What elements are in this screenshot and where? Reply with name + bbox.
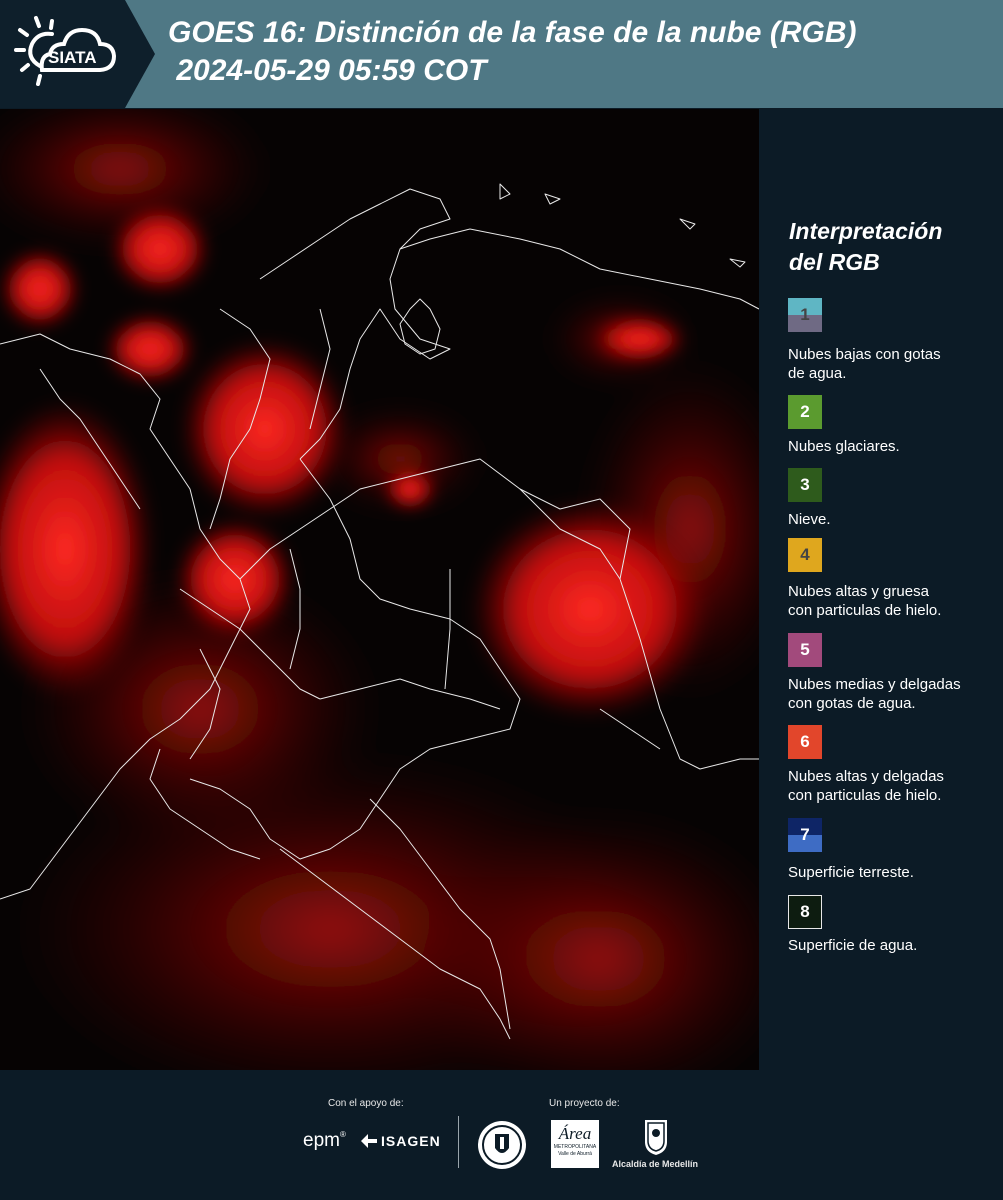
title-line-2: 2024-05-29 05:59 COT (168, 54, 487, 87)
legend-swatch-4: 4 (788, 538, 822, 572)
legend-label-8: Superficie de agua. (788, 936, 1000, 955)
legend-swatch-6: 6 (788, 725, 822, 759)
footer: Con el apoyo de: Un proyecto de: epm® IS… (0, 1070, 1003, 1200)
map-svg (0, 109, 759, 1070)
area-metropolitana-logo: Área METROPOLITANA Valle de Aburrá (551, 1120, 599, 1168)
legend-swatch-5-num: 5 (800, 640, 810, 659)
legend-label-7-line-1: Superficie terreste. (788, 864, 914, 881)
project-label: Un proyecto de: (549, 1098, 620, 1109)
isagen-logo: ISAGEN (360, 1133, 441, 1149)
valle-text: Valle de Aburrá (558, 1151, 592, 1157)
legend-label-3-line-1: Nieve. (788, 511, 831, 528)
svg-text:SIATA: SIATA (48, 48, 96, 67)
page-title: GOES 16: Distinción de la fase de la nub… (168, 14, 856, 90)
rgb-legend: Interpretación del RGB 1 Nubes bajas con… (770, 110, 1003, 1068)
legend-label-4-line-2: con particulas de hielo. (788, 602, 942, 619)
support-label: Con el apoyo de: (328, 1098, 404, 1109)
header-bar: SIATA GOES 16: Distinción de la fase de … (0, 0, 1003, 108)
legend-swatch-2: 2 (788, 395, 822, 429)
siata-logo: SIATA (0, 0, 125, 108)
legend-swatch-1-num: 1 (800, 305, 810, 324)
legend-title-line-1: Interpretación (789, 218, 943, 244)
legend-label-4-line-1: Nubes altas y gruesa (788, 583, 929, 600)
legend-label-5-line-2: con gotas de agua. (788, 695, 916, 712)
logo-chevron (125, 0, 155, 108)
isagen-logo-text: ISAGEN (381, 1133, 441, 1149)
alcaldia-shield-icon (645, 1120, 667, 1155)
metropolitana-text: METROPOLITANA (553, 1144, 597, 1150)
legend-title: Interpretación del RGB (789, 216, 942, 278)
legend-swatch-8: 8 (788, 895, 822, 929)
legend-swatch-2-num: 2 (800, 402, 810, 421)
siata-sun-cloud-icon: SIATA (14, 16, 117, 86)
legend-label-6-line-1: Nubes altas y delgadas (788, 768, 944, 785)
legend-label-2-line-1: Nubes glaciares. (788, 438, 900, 455)
legend-swatch-5: 5 (788, 633, 822, 667)
epm-logo-text: epm (303, 1130, 340, 1151)
epm-logo: epm® (303, 1130, 346, 1151)
legend-swatch-8-num: 8 (800, 902, 810, 921)
emblem-seal-icon (478, 1121, 526, 1169)
title-line-1: GOES 16: Distinción de la fase de la nub… (168, 16, 857, 49)
legend-label-1-line-1: Nubes bajas con gotas (788, 346, 941, 363)
legend-label-4: Nubes altas y gruesa con particulas de h… (788, 582, 1000, 620)
isagen-mark-icon (361, 1134, 377, 1148)
footer-divider (458, 1116, 459, 1168)
legend-label-6: Nubes altas y delgadas con particulas de… (788, 767, 1000, 805)
area-logo-text: Área (558, 1124, 592, 1143)
legend-label-5: Nubes medias y delgadas con gotas de agu… (788, 675, 1000, 713)
legend-label-5-line-1: Nubes medias y delgadas (788, 676, 961, 693)
legend-swatch-7: 7 (788, 818, 822, 852)
alcaldia-label: Alcaldía de Medellín (612, 1159, 699, 1169)
legend-title-line-2: del RGB (789, 249, 880, 275)
legend-label-2: Nubes glaciares. (788, 437, 1000, 456)
legend-swatch-3-num: 3 (800, 475, 810, 494)
legend-swatch-7-num: 7 (800, 825, 810, 844)
legend-label-1: Nubes bajas con gotas de agua. (788, 345, 1000, 383)
legend-label-6-line-2: con particulas de hielo. (788, 787, 942, 804)
legend-swatch-1: 1 (788, 298, 822, 332)
legend-label-3: Nieve. (788, 510, 1000, 529)
satellite-rgb-map (0, 109, 759, 1070)
legend-label-8-line-1: Superficie de agua. (788, 937, 918, 954)
legend-swatch-6-num: 6 (800, 732, 810, 751)
legend-label-7: Superficie terreste. (788, 863, 1000, 882)
legend-swatch-4-num: 4 (800, 545, 810, 564)
legend-swatch-3: 3 (788, 468, 822, 502)
legend-label-1-line-2: de agua. (788, 365, 847, 382)
